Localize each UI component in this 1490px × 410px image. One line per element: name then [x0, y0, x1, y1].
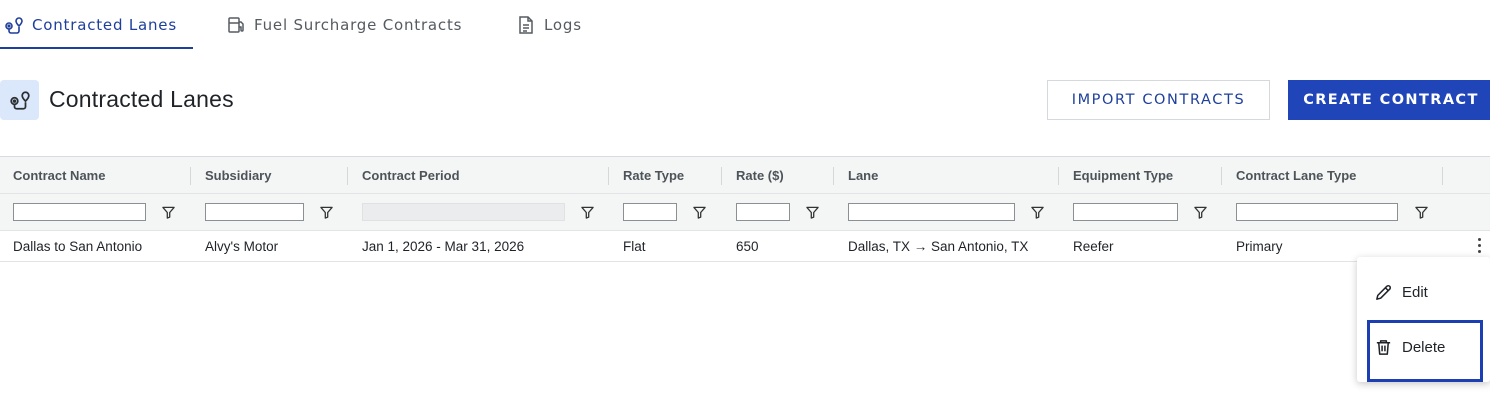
tab-label: Contracted Lanes [32, 16, 177, 34]
cell-contract-lane-type: Primary [1236, 239, 1283, 254]
filter-icon[interactable] [161, 205, 175, 219]
column-resize-handle[interactable] [1442, 167, 1443, 185]
document-icon [519, 16, 533, 34]
tab-bar: Contracted Lanes Fuel Surcharge Contract… [0, 0, 640, 50]
row-actions-menu: Edit Delete [1357, 257, 1490, 382]
trash-icon [1376, 339, 1391, 355]
edit-label: Edit [1402, 283, 1428, 301]
route-icon [9, 91, 30, 110]
cell-lane: Dallas, TX → San Antonio, TX [848, 239, 1029, 254]
cell-subsidiary: Alvy's Motor [205, 239, 279, 254]
column-resize-handle[interactable] [190, 167, 191, 185]
fuel-pump-icon [228, 17, 244, 33]
route-icon [5, 17, 23, 34]
equipment-type-filter-input[interactable] [1073, 203, 1178, 221]
pencil-icon [1376, 284, 1391, 300]
column-resize-handle[interactable] [1221, 167, 1222, 185]
column-header-rate-type[interactable]: Rate Type [623, 157, 684, 194]
cell-rate: 650 [736, 239, 759, 254]
cell-equipment-type: Reefer [1073, 239, 1114, 254]
tab-fuel-surcharge-contracts[interactable]: Fuel Surcharge Contracts [226, 0, 462, 50]
column-resize-handle[interactable] [608, 167, 609, 185]
filter-icon[interactable] [580, 205, 594, 219]
column-header-subsidiary[interactable]: Subsidiary [205, 157, 271, 194]
column-resize-handle[interactable] [721, 167, 722, 185]
column-resize-handle[interactable] [347, 167, 348, 185]
cell-contract-period: Jan 1, 2026 - Mar 31, 2026 [362, 239, 525, 254]
page-title: Contracted Lanes [49, 86, 234, 112]
create-contract-button[interactable]: CREATE CONTRACT [1288, 80, 1490, 120]
contract-period-filter-input [362, 203, 565, 221]
column-resize-handle[interactable] [833, 167, 834, 185]
filter-icon[interactable] [1030, 205, 1044, 219]
row-actions-kebab-icon[interactable] [1472, 234, 1486, 256]
cell-rate-type: Flat [623, 239, 646, 254]
column-header-rate[interactable]: Rate ($) [736, 157, 784, 194]
filter-icon[interactable] [805, 205, 819, 219]
column-header-lane[interactable]: Lane [848, 157, 878, 194]
rate-filter-input[interactable] [736, 203, 790, 221]
delete-label: Delete [1402, 338, 1446, 356]
lane-filter-input[interactable] [848, 203, 1015, 221]
grid-header: Contract Name Subsidiary Contract Period… [0, 156, 1490, 194]
column-header-contract-lane-type[interactable]: Contract Lane Type [1236, 157, 1356, 194]
subsidiary-filter-input[interactable] [205, 203, 304, 221]
column-header-contract-period[interactable]: Contract Period [362, 157, 460, 194]
column-resize-handle[interactable] [1058, 167, 1059, 185]
edit-menu-item[interactable]: Edit [1357, 266, 1490, 318]
active-tab-indicator [0, 47, 193, 49]
page-icon-tile [0, 80, 39, 120]
column-header-equipment-type[interactable]: Equipment Type [1073, 157, 1173, 194]
tab-label: Logs [544, 16, 582, 34]
contract-lane-type-filter-input[interactable] [1236, 203, 1398, 221]
tab-label: Fuel Surcharge Contracts [254, 16, 463, 34]
import-contracts-button[interactable]: IMPORT CONTRACTS [1047, 80, 1270, 120]
filter-icon[interactable] [1193, 205, 1207, 219]
contract-name-filter-input[interactable] [13, 203, 146, 221]
filter-icon[interactable] [692, 205, 706, 219]
rate-type-filter-input[interactable] [623, 203, 677, 221]
filter-icon[interactable] [1414, 205, 1428, 219]
filter-icon[interactable] [319, 205, 333, 219]
table-row[interactable]: Dallas to San Antonio Alvy's Motor Jan 1… [0, 231, 1490, 262]
tab-contracted-lanes[interactable]: Contracted Lanes [4, 0, 177, 50]
cell-contract-name: Dallas to San Antonio [13, 239, 143, 254]
column-header-contract-name[interactable]: Contract Name [13, 157, 105, 194]
tab-logs[interactable]: Logs [516, 0, 582, 50]
delete-menu-item[interactable]: Delete [1357, 321, 1490, 373]
filter-row [0, 194, 1490, 231]
